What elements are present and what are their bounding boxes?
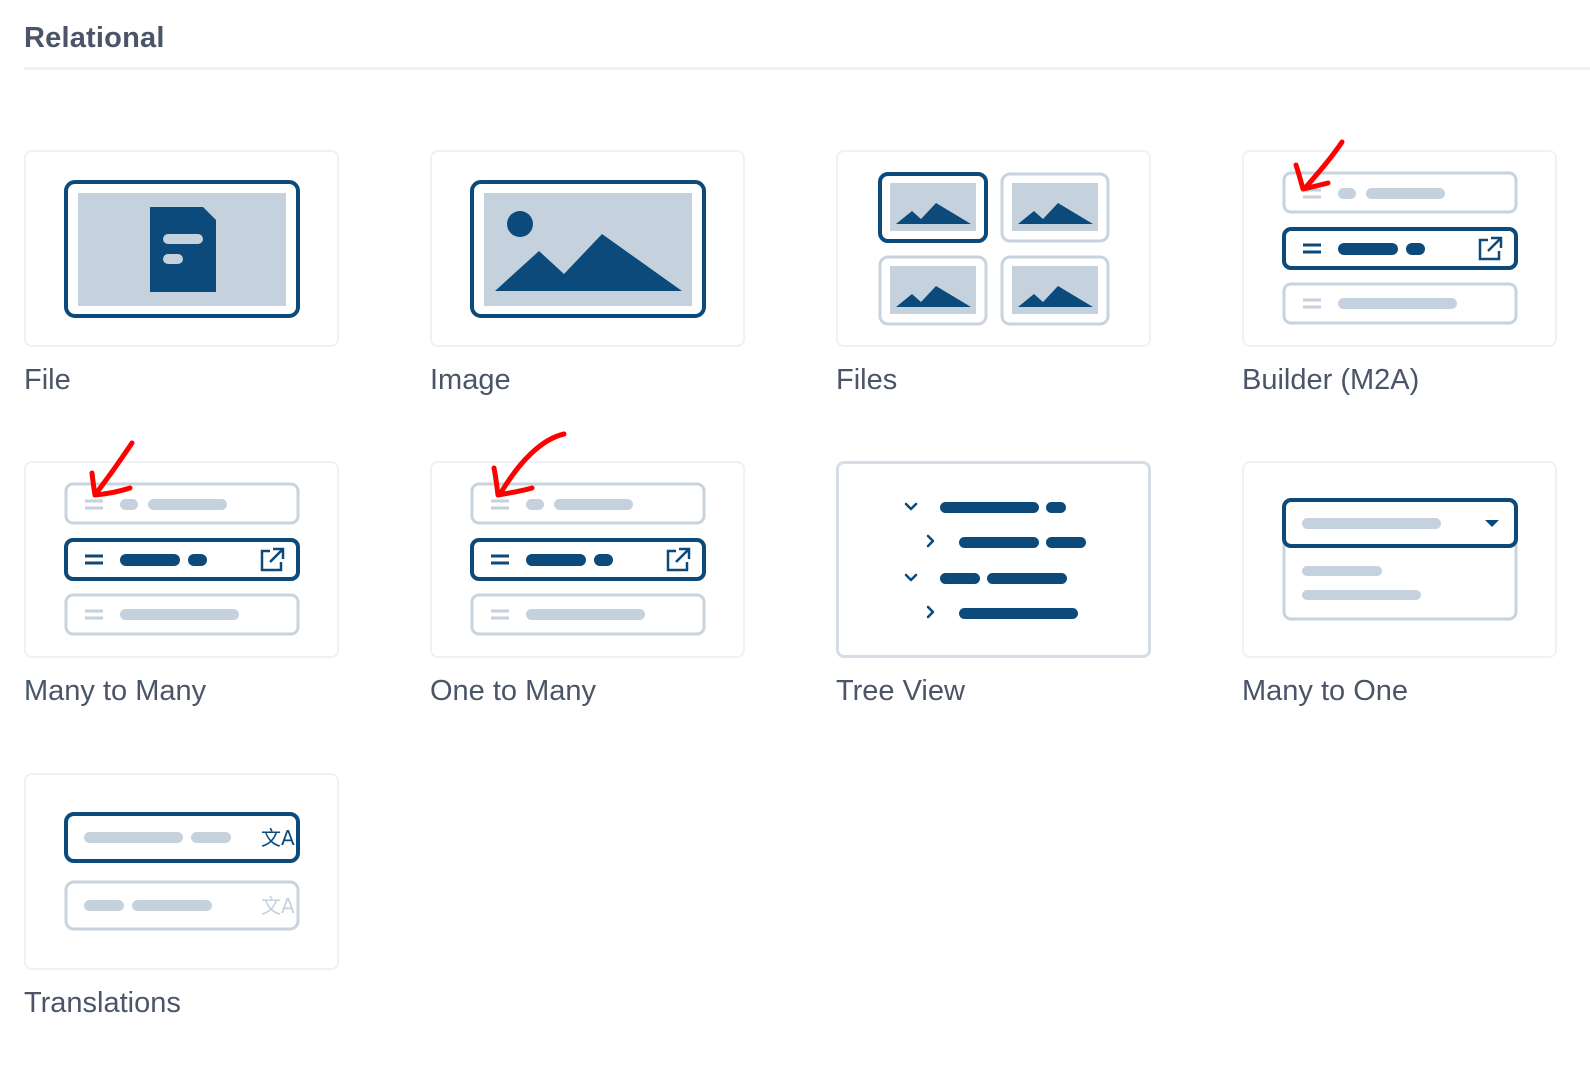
- interface-option-many-to-one[interactable]: Many to One: [1242, 461, 1557, 708]
- builder-m2a-icon: [1282, 139, 1518, 325]
- interface-label: Many to Many: [24, 675, 207, 707]
- interface-option-builder-m2a[interactable]: Builder (M2A): [1242, 139, 1557, 397]
- interface-option-translations[interactable]: 文A 文A Translations: [24, 773, 339, 1020]
- one-to-many-icon: [470, 431, 706, 636]
- interface-option-many-to-many[interactable]: Many to Many: [24, 440, 339, 708]
- interface-label: One to Many: [430, 675, 597, 707]
- interface-card: [1242, 139, 1557, 347]
- many-to-one-icon: [1282, 498, 1518, 621]
- interface-label: Builder (M2A): [1242, 364, 1420, 396]
- interface-option-tree-view[interactable]: Tree View: [836, 461, 1151, 708]
- interface-option-image[interactable]: Image: [430, 150, 745, 397]
- svg-text:文A: 文A: [261, 894, 295, 918]
- interface-option-one-to-many[interactable]: One to Many: [430, 431, 745, 708]
- tree-view-icon: [904, 502, 1086, 619]
- translations-icon: 文A 文A: [64, 812, 300, 931]
- interface-label: Translations: [24, 987, 181, 1019]
- interface-card: [24, 440, 339, 658]
- interface-label: Tree View: [836, 675, 965, 707]
- interface-option-file[interactable]: File: [24, 150, 339, 397]
- svg-text:文A: 文A: [261, 826, 295, 850]
- many-to-many-icon: [64, 440, 300, 636]
- interface-card: [1242, 461, 1557, 658]
- interface-card: [430, 150, 745, 347]
- interface-label: Files: [836, 364, 898, 396]
- interface-label: Image: [430, 364, 511, 396]
- interface-label: File: [24, 364, 71, 396]
- interface-label: Many to One: [1242, 675, 1409, 707]
- section-title: Relational: [24, 22, 165, 54]
- image-icon: [470, 180, 706, 318]
- interface-card: [430, 431, 745, 658]
- section-divider: [24, 67, 1590, 70]
- interface-card: [836, 461, 1151, 658]
- interface-option-files[interactable]: Files: [836, 150, 1151, 397]
- interface-card: [24, 150, 339, 347]
- interface-card: 文A 文A: [24, 773, 339, 970]
- files-icon: [878, 172, 1110, 326]
- file-icon: [64, 180, 300, 318]
- interface-card: [836, 150, 1151, 347]
